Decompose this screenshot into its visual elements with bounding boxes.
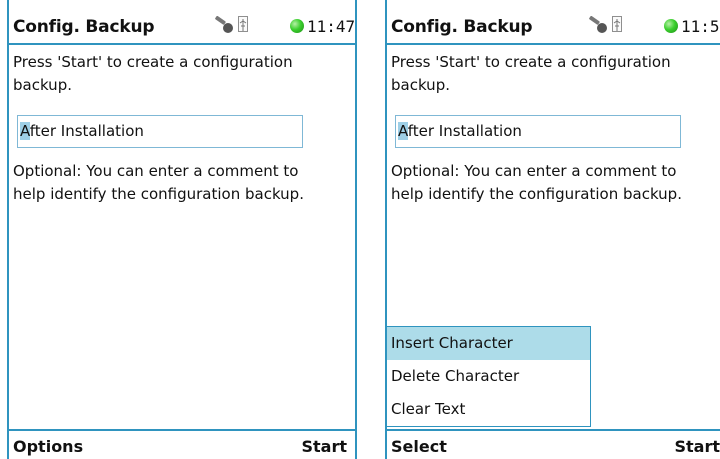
options-menu: Insert Character Delete Character Clear … <box>387 326 591 427</box>
usb-icon <box>238 16 248 32</box>
status-led-icon <box>290 19 304 33</box>
start-softkey[interactable]: Start <box>674 437 720 456</box>
menu-item-insert-character[interactable]: Insert Character <box>387 327 590 360</box>
title-bar: Config. Backup 11:50 <box>387 0 720 45</box>
screen-title: Config. Backup <box>13 17 155 37</box>
text-cursor: A <box>20 122 30 140</box>
clock: 11:47 <box>307 17 356 36</box>
key-icon <box>589 16 607 33</box>
screen-title: Config. Backup <box>391 17 533 37</box>
comment-input[interactable]: After Installation <box>395 115 681 148</box>
comment-value: fter Installation <box>29 122 144 140</box>
text-cursor: A <box>398 122 408 140</box>
optional-hint-text: Optional: You can enter a comment to hel… <box>391 162 682 203</box>
title-bar: Config. Backup 11:47 <box>9 0 355 45</box>
optional-hint-text: Optional: You can enter a comment to hel… <box>13 162 304 203</box>
options-softkey[interactable]: Options <box>13 437 83 456</box>
instruction-text: Press 'Start' to create a configuration … <box>13 53 293 94</box>
menu-item-delete-character[interactable]: Delete Character <box>387 360 590 393</box>
comment-value: fter Installation <box>407 122 522 140</box>
comment-input[interactable]: After Installation <box>17 115 303 148</box>
device-screen-menu: Config. Backup 11:50 Press 'Start' to cr… <box>385 0 720 459</box>
select-softkey[interactable]: Select <box>391 437 447 456</box>
start-softkey[interactable]: Start <box>301 437 347 456</box>
softkey-bar: Select Start <box>387 429 720 459</box>
instruction-text: Press 'Start' to create a configuration … <box>391 53 671 94</box>
clock: 11:50 <box>681 17 720 36</box>
status-led-icon <box>664 19 678 33</box>
usb-icon <box>612 16 622 32</box>
key-icon <box>215 16 233 33</box>
menu-item-clear-text[interactable]: Clear Text <box>387 393 590 426</box>
softkey-bar: Options Start <box>9 429 355 459</box>
device-screen-options: Config. Backup 11:47 Press 'Start' to cr… <box>7 0 357 459</box>
